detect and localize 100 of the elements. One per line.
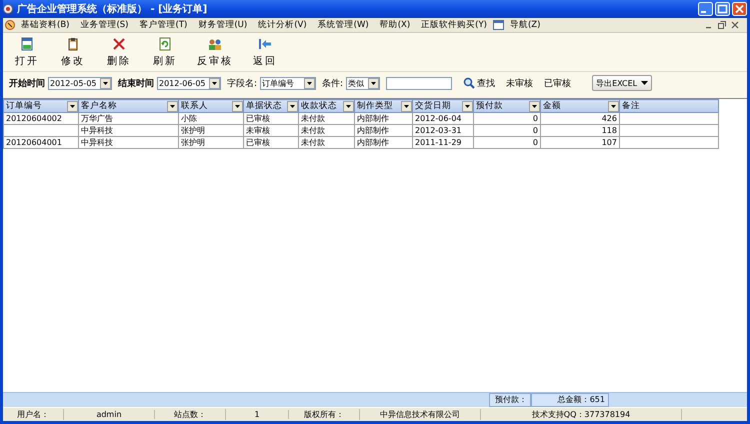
table-cell: 0 <box>474 124 540 136</box>
summary-field: 预付款： <box>489 393 531 407</box>
table-cell: 0 <box>474 136 540 148</box>
app-icon <box>5 20 15 30</box>
table-cell: 小陈 <box>178 112 244 124</box>
table-cell: 张护明 <box>178 124 244 136</box>
column-header[interactable]: 备注 <box>620 100 718 112</box>
minimize-icon[interactable] <box>698 2 713 16</box>
filter-link[interactable]: 已审核 <box>544 76 572 90</box>
table-cell: 未付款 <box>298 136 354 148</box>
caret-icon <box>304 78 316 88</box>
toolbar-button[interactable]: 刷新 <box>147 34 183 70</box>
field-label: 开始时间 <box>9 77 45 90</box>
column-header[interactable]: 单据状态 <box>244 100 298 112</box>
dropdown[interactable]: 订单编号 <box>260 76 316 90</box>
column-header[interactable]: 制作类型 <box>354 100 412 112</box>
window-icon <box>20 36 34 50</box>
column-header[interactable]: 交货日期 <box>412 100 474 112</box>
status-text: 站点数： <box>155 409 226 420</box>
table-cell: 万华广告 <box>78 112 178 124</box>
caret-icon[interactable] <box>529 100 540 112</box>
table-cell: 未付款 <box>298 124 354 136</box>
caret-icon <box>209 78 220 88</box>
search-button[interactable]: 查找 <box>463 76 496 90</box>
refresh-icon <box>158 36 172 50</box>
caret-icon <box>100 78 111 88</box>
table-cell: 107 <box>540 136 620 148</box>
table-cell: 未付款 <box>298 112 354 124</box>
toolbar-button[interactable]: 修改 <box>55 34 91 70</box>
table-cell: 张护明 <box>178 136 244 148</box>
status-text: 用户名： <box>3 409 64 420</box>
menu-item[interactable]: 基础资料(B) <box>16 19 74 31</box>
window-icon <box>492 20 504 30</box>
field-label: 结束时间 <box>118 77 154 90</box>
table-cell: 内部制作 <box>354 136 412 148</box>
toolbar-button[interactable]: 反审核 <box>193 34 237 70</box>
table-cell: 内部制作 <box>354 112 412 124</box>
close-icon[interactable] <box>731 21 739 29</box>
menu-item[interactable]: 客户管理(T) <box>134 19 192 31</box>
table-cell: 内部制作 <box>354 124 412 136</box>
export-button[interactable]: 导出EXCEL <box>592 75 652 91</box>
field-label: 条件: <box>322 78 344 90</box>
table-cell: 20120604001 <box>4 136 78 148</box>
menu-item[interactable]: 统计分析(V) <box>253 19 312 31</box>
search-icon <box>463 77 476 89</box>
filter-link[interactable]: 未审核 <box>506 76 534 90</box>
cross-icon <box>112 36 126 50</box>
caret-icon <box>368 78 380 88</box>
caret-icon[interactable] <box>401 100 412 112</box>
status-text: 1 <box>226 410 289 419</box>
table-cell: 中异科技 <box>78 136 178 148</box>
table-cell: 2012-03-31 <box>412 124 474 136</box>
app-icon <box>3 4 13 14</box>
caret-icon[interactable] <box>343 100 354 112</box>
status-text: 技术支持QQ：377378194 <box>481 409 682 420</box>
table-cell: 118 <box>540 124 620 136</box>
menu-item[interactable]: 业务管理(S) <box>75 19 134 31</box>
caret-icon[interactable] <box>462 100 473 112</box>
table-cell: 2012-06-04 <box>412 112 474 124</box>
caret-icon[interactable] <box>67 100 78 112</box>
table-cell: 中异科技 <box>78 124 178 136</box>
table-cell: 0 <box>474 112 540 124</box>
table-cell: 已审核 <box>244 112 298 124</box>
table-cell: 已审核 <box>244 136 298 148</box>
summary-field: 总金额：651 <box>531 393 609 407</box>
caret-icon[interactable] <box>287 100 298 112</box>
dropdown[interactable]: 2012-06-05 <box>157 76 221 90</box>
menu-item[interactable]: 导航(Z) <box>504 19 546 31</box>
restore-icon[interactable] <box>718 21 726 29</box>
menu-item[interactable]: 正版软件购买(Y) <box>416 19 492 31</box>
table-cell: 未审核 <box>244 124 298 136</box>
status-text: 中异信息技术有限公司 <box>360 409 481 420</box>
arrow-icon <box>258 36 272 50</box>
status-text: 版权所有： <box>289 409 360 420</box>
toolbar-button[interactable]: 打开 <box>9 34 45 70</box>
caret-icon[interactable] <box>167 100 178 112</box>
toolbar-button[interactable]: 删除 <box>101 34 137 70</box>
menu-item[interactable]: 系统管理(W) <box>312 19 374 31</box>
column-header[interactable]: 客户名称 <box>78 100 178 112</box>
search-field[interactable] <box>386 76 452 90</box>
toolbar-button[interactable]: 返回 <box>247 34 283 70</box>
column-header[interactable]: 预付款 <box>474 100 540 112</box>
table-cell: 20120604002 <box>4 112 78 124</box>
table-cell: 2011-11-29 <box>412 136 474 148</box>
caret-icon <box>641 80 648 86</box>
menu-item[interactable]: 帮助(X) <box>374 19 416 31</box>
column-header[interactable]: 收款状态 <box>298 100 354 112</box>
status-text: admin <box>64 410 155 419</box>
menu-item[interactable]: 财务管理(U) <box>193 19 252 31</box>
column-header[interactable]: 订单编号 <box>4 100 78 112</box>
people-icon <box>208 36 222 50</box>
maximize-icon[interactable] <box>715 2 730 16</box>
caret-icon[interactable] <box>232 100 243 112</box>
field-label: 字段名: <box>227 78 258 90</box>
dropdown[interactable]: 2012-05-05 <box>48 76 112 90</box>
column-header[interactable]: 联系人 <box>178 100 244 112</box>
table-cell: 426 <box>540 112 620 124</box>
column-header[interactable]: 金额 <box>540 100 620 112</box>
dropdown[interactable]: 类似 <box>346 76 380 90</box>
caret-icon[interactable] <box>608 100 619 112</box>
